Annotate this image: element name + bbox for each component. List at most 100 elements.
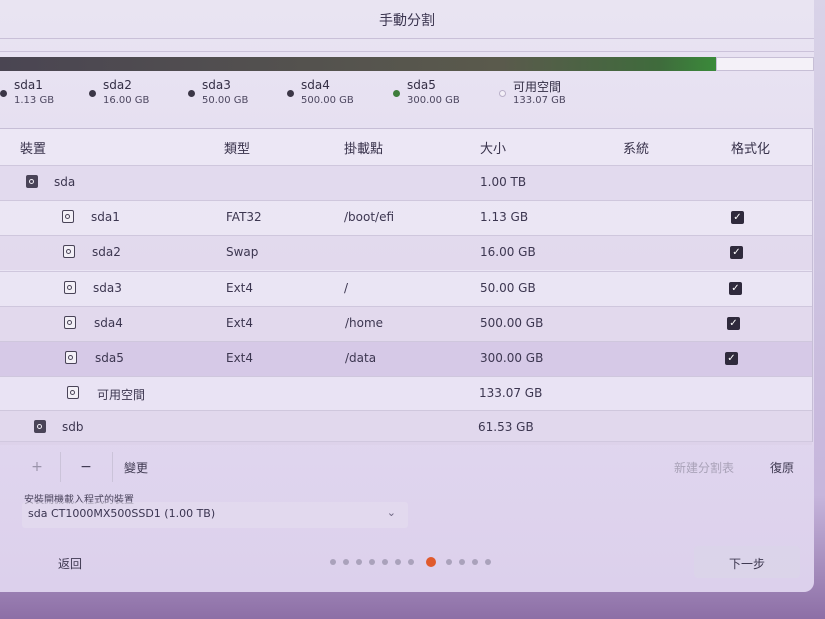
legend-size: 300.00 GB (407, 95, 460, 106)
remove-partition-button[interactable]: − (66, 452, 106, 482)
table-row[interactable]: sdb 61.53 GB (0, 410, 812, 445)
col-header-mount: 掛載點 (344, 142, 384, 157)
step-dot (356, 559, 362, 565)
legend-name: 可用空間 (513, 80, 562, 94)
legend-dot (89, 90, 96, 97)
step-dot (446, 559, 452, 565)
legend-dot (0, 90, 7, 97)
change-partition-button[interactable]: 變更 (124, 459, 148, 476)
title-bar: 手動分割 (0, 0, 814, 39)
partition-icon (64, 316, 76, 329)
legend-size: 1.13 GB (14, 95, 55, 106)
window-title: 手動分割 (379, 13, 435, 29)
format-checkbox[interactable]: ✓ (731, 211, 744, 224)
step-dot-current (426, 557, 436, 567)
format-checkbox[interactable]: ✓ (729, 282, 742, 295)
back-button[interactable]: 返回 (58, 555, 82, 572)
step-dot (369, 559, 375, 565)
step-dot (330, 559, 336, 565)
step-dot (382, 559, 388, 565)
cell-size: 1.00 TB (480, 175, 527, 189)
cell-mount: /home (345, 316, 384, 330)
cell-mount: / (344, 281, 349, 295)
cell-type: Ext4 (226, 281, 254, 295)
legend-size: 50.00 GB (202, 95, 249, 106)
new-partition-table-button[interactable]: 新建分割表 (674, 459, 734, 476)
cell-type: Swap (226, 245, 259, 259)
cell-type: Ext4 (226, 316, 254, 330)
cell-device: sda1 (91, 210, 120, 224)
format-checkbox[interactable]: ✓ (727, 317, 740, 330)
step-dot (408, 559, 414, 565)
legend-name: sda4 (301, 78, 330, 92)
legend-size: 133.07 GB (513, 95, 566, 106)
format-checkbox[interactable]: ✓ (725, 352, 738, 365)
table-row[interactable]: sda2 Swap 16.00 GB ✓ (0, 235, 812, 270)
cell-device: sda4 (94, 316, 123, 330)
next-button-label: 下一步 (728, 557, 765, 571)
partition-icon (67, 386, 79, 399)
format-checkbox[interactable]: ✓ (730, 246, 743, 259)
legend-name: sda3 (202, 78, 231, 92)
drive-icon (26, 175, 38, 188)
partition-icon (65, 351, 77, 364)
col-header-system: 系統 (623, 142, 650, 157)
step-dot (395, 559, 401, 565)
col-header-format: 格式化 (731, 142, 771, 157)
cell-size: 16.00 GB (480, 245, 536, 259)
table-row[interactable]: sda5 Ext4 /data 300.00 GB ✓ (0, 341, 812, 376)
col-header-device: 裝置 (20, 142, 47, 157)
divider (0, 51, 814, 52)
cell-size: 61.53 GB (478, 420, 534, 434)
cell-size: 300.00 GB (480, 351, 544, 365)
installer-window: 手動分割 sda1 1.13 GB sda2 16.00 GB sda3 50.… (0, 0, 814, 592)
revert-button[interactable]: 復原 (770, 459, 794, 476)
cell-size: 500.00 GB (480, 316, 544, 330)
cell-size: 1.13 GB (480, 210, 529, 224)
cell-type: Ext4 (226, 351, 254, 365)
cell-size: 50.00 GB (480, 281, 536, 295)
step-dot (485, 559, 491, 565)
table-row[interactable]: sda1 FAT32 /boot/efi 1.13 GB ✓ (0, 200, 812, 235)
next-button[interactable]: 下一步 (694, 546, 800, 578)
cell-device: sdb (62, 420, 84, 434)
table-row[interactable]: sda 1.00 TB (0, 165, 812, 200)
legend-size: 500.00 GB (301, 95, 354, 106)
cell-device: sda (54, 175, 76, 189)
separator (60, 452, 61, 482)
col-header-size: 大小 (480, 142, 507, 157)
cell-device: 可用空間 (97, 388, 146, 402)
cell-type: FAT32 (226, 210, 262, 224)
col-header-type: 類型 (224, 142, 251, 157)
step-dot (459, 559, 465, 565)
legend-size: 16.00 GB (103, 95, 150, 106)
cell-device: sda2 (92, 245, 121, 259)
partition-icon (63, 245, 75, 258)
disk-usage-free (716, 57, 814, 71)
boot-loader-select[interactable]: sda CT1000MX500SSD1 (1.00 TB) ⌄ (22, 502, 408, 528)
cell-size: 133.07 GB (479, 386, 543, 400)
drive-icon (34, 420, 46, 433)
table-row[interactable]: sda3 Ext4 / 50.00 GB ✓ (0, 271, 812, 306)
legend-name: sda5 (407, 78, 436, 92)
legend-dot (499, 90, 506, 97)
cell-device: sda3 (93, 281, 122, 295)
add-partition-button[interactable]: + (20, 452, 54, 482)
partition-icon (64, 281, 76, 294)
step-dot (343, 559, 349, 565)
legend-dot (188, 90, 195, 97)
cell-device: sda5 (95, 351, 124, 365)
table-row[interactable]: sda4 Ext4 /home 500.00 GB ✓ (0, 306, 812, 341)
cell-mount: /data (345, 351, 377, 365)
boot-loader-value: sda CT1000MX500SSD1 (1.00 TB) (28, 507, 216, 520)
legend-dot (287, 90, 294, 97)
disk-usage-bar (0, 57, 716, 71)
legend-name: sda2 (103, 78, 132, 92)
step-dot (472, 559, 478, 565)
partition-icon (62, 210, 74, 223)
legend-name: sda1 (14, 78, 43, 92)
cell-mount: /boot/efi (344, 210, 395, 224)
legend-dot (393, 90, 400, 97)
chevron-down-icon: ⌄ (386, 506, 396, 519)
table-row[interactable]: 可用空間 133.07 GB (0, 376, 812, 411)
